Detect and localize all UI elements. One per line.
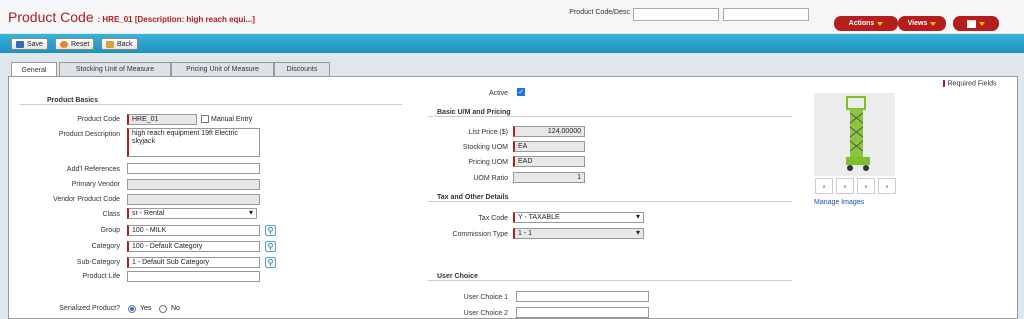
user-choice-1-field[interactable] <box>516 291 649 302</box>
search-label: Product Code/Desc <box>569 9 630 16</box>
product-description-label: Product Description <box>58 131 120 138</box>
serialized-yes-radio[interactable] <box>128 305 136 313</box>
group-search-icon[interactable]: ⚲ <box>265 225 276 236</box>
views-button[interactable]: Views <box>898 16 946 31</box>
tab-discounts[interactable]: Discounts <box>274 62 330 76</box>
save-button[interactable]: Save <box>11 38 48 50</box>
user-choice-2-field[interactable] <box>516 307 649 318</box>
product-description-field[interactable]: high reach equipment 19ft Electric skyja… <box>127 128 260 157</box>
image-thumbnail[interactable]: ✕ <box>836 178 854 194</box>
tax-heading: Tax and Other Details <box>437 194 509 201</box>
page-title: Product Code : HRE_01 [Description: high… <box>8 9 255 25</box>
commission-label: Commission Type <box>452 231 508 238</box>
class-label: Class <box>102 211 120 218</box>
description-search-input[interactable] <box>723 8 809 21</box>
serialized-label: Serialized Product? <box>59 305 120 312</box>
back-icon <box>106 40 114 48</box>
subcategory-search-icon[interactable]: ⚲ <box>265 257 276 268</box>
vendor-code-field[interactable] <box>127 194 260 205</box>
category-field[interactable]: 100 - Default Category <box>127 241 260 252</box>
calendar-button[interactable] <box>953 16 999 31</box>
user-choice-2-label: User Choice 2 <box>463 310 508 317</box>
manual-entry-checkbox[interactable] <box>201 115 209 123</box>
toolbar <box>0 34 1024 53</box>
chevron-down-icon <box>930 21 937 26</box>
pricing-uom-field[interactable]: EAD <box>513 156 585 167</box>
product-code-search-input[interactable] <box>633 8 719 21</box>
subcategory-label: Sub-Category <box>76 259 120 266</box>
subcategory-field[interactable]: 1 - Default Sub Category <box>127 257 260 268</box>
chevron-down-icon <box>877 21 884 26</box>
uom-ratio-label: UOM Ratio <box>473 175 508 182</box>
image-thumbnail[interactable]: ✕ <box>857 178 875 194</box>
product-code-label: Product Code <box>77 116 120 123</box>
add-refs-label: Add'l References <box>66 166 120 173</box>
serialized-no-label: No <box>171 305 180 312</box>
divider <box>428 116 792 117</box>
product-life-field[interactable] <box>127 271 260 282</box>
group-label: Group <box>100 227 120 234</box>
vendor-code-label: Vendor Product Code <box>53 196 120 203</box>
list-price-field[interactable]: 124.00000 <box>513 126 585 137</box>
product-life-label: Product Life <box>82 273 120 280</box>
list-price-label: List Price ($) <box>468 129 508 136</box>
add-refs-field[interactable] <box>127 163 260 174</box>
back-button[interactable]: Back <box>101 38 138 50</box>
tax-code-label: Tax Code <box>478 215 508 222</box>
product-image <box>814 93 895 176</box>
manual-entry-label: Manual Entry <box>211 116 253 123</box>
actions-button[interactable]: Actions <box>834 16 898 31</box>
divider <box>20 104 402 105</box>
commission-select[interactable]: 1 - 1 <box>513 228 644 239</box>
calendar-icon <box>967 19 976 28</box>
tab-pricing-uom[interactable]: Pricing Unit of Measure <box>171 62 274 76</box>
tax-code-select[interactable]: Y - TAXABLE <box>513 212 644 223</box>
required-fields-legend: Required Fields <box>943 80 997 87</box>
uom-heading: Basic U/M and Pricing <box>437 109 511 116</box>
category-label: Category <box>91 243 120 250</box>
image-thumbnail[interactable]: ✕ <box>878 178 896 194</box>
reset-button[interactable]: Reset <box>55 38 95 50</box>
serialized-no-radio[interactable] <box>159 305 167 313</box>
chevron-down-icon <box>979 21 985 26</box>
divider <box>428 201 792 202</box>
user-choice-heading: User Choice <box>437 273 478 280</box>
pricing-uom-label: Pricing UOM <box>468 159 508 166</box>
stocking-uom-label: Stocking UOM <box>462 144 508 151</box>
active-checkbox[interactable]: ✓ <box>517 88 525 96</box>
manage-images-link[interactable]: Manage Images <box>814 199 864 206</box>
tab-stocking-uom[interactable]: Stocking Unit of Measure <box>59 62 171 76</box>
serialized-yes-label: Yes <box>140 305 152 312</box>
primary-vendor-label: Primary Vendor <box>71 181 120 188</box>
active-label: Active <box>488 90 508 97</box>
group-field[interactable]: 100 - MILK <box>127 225 260 236</box>
primary-vendor-field[interactable] <box>127 179 260 190</box>
save-icon <box>16 40 24 48</box>
reset-icon <box>60 40 68 48</box>
uom-ratio-field[interactable]: 1 <box>513 172 585 183</box>
stocking-uom-field[interactable]: EA <box>513 141 585 152</box>
user-choice-1-label: User Choice 1 <box>463 294 508 301</box>
category-search-icon[interactable]: ⚲ <box>265 241 276 252</box>
tab-general[interactable]: General <box>11 62 57 77</box>
image-thumbnail[interactable]: ✕ <box>815 178 833 194</box>
product-code-field[interactable]: HRE_01 <box>127 114 197 125</box>
product-basics-heading: Product Basics <box>47 97 98 104</box>
page-subtitle: : HRE_01 [Description: high reach equi..… <box>97 15 255 24</box>
divider <box>428 280 792 281</box>
class-select[interactable]: sr - Rental <box>127 208 257 219</box>
